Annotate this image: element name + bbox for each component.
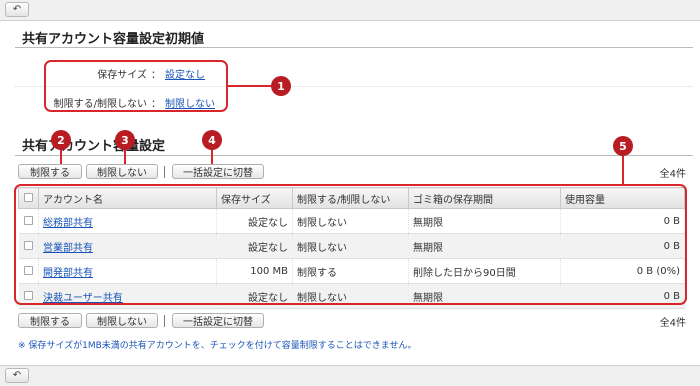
no-limit-button-bottom[interactable]: 制限しない (86, 313, 158, 328)
callout-badge-5: 5 (613, 136, 633, 156)
button-separator-top (164, 166, 165, 178)
callout-box-1 (44, 60, 228, 112)
capacity-note: ※ 保存サイズが1MB未満の共有アカウントを、チェックを付けて容量制限することは… (18, 341, 417, 351)
limit-button-top[interactable]: 制限する (18, 164, 82, 179)
settings-section-title: 共有アカウント容量設定 (22, 139, 166, 154)
limit-button-bottom[interactable]: 制限する (18, 313, 82, 328)
defaults-section-rule (15, 47, 693, 48)
callout-line-5 (622, 155, 624, 184)
total-count-top: 全4件 (659, 169, 686, 180)
back-button-bottom[interactable]: ↶ (5, 368, 29, 383)
back-arrow-icon: ↶ (12, 370, 22, 381)
callout-badge-2: 2 (51, 130, 71, 150)
callout-line-4 (211, 148, 213, 164)
callout-line-2 (60, 148, 62, 164)
bulk-setting-button-bottom[interactable]: 一括設定に切替 (172, 313, 264, 328)
defaults-section-title: 共有アカウント容量設定初期値 (22, 32, 205, 47)
callout-badge-1: 1 (271, 76, 291, 96)
back-arrow-icon: ↶ (12, 4, 22, 15)
button-separator-bottom (164, 315, 165, 327)
top-toolbar: ↶ (0, 0, 700, 21)
settings-section-rule (15, 155, 693, 156)
bulk-setting-button-top[interactable]: 一括設定に切替 (172, 164, 264, 179)
back-button[interactable]: ↶ (5, 2, 29, 17)
callout-badge-4: 4 (202, 130, 222, 150)
callout-box-5 (14, 184, 687, 305)
callout-line-3 (124, 148, 126, 164)
callout-line-1 (228, 85, 272, 87)
total-count-bottom: 全4件 (659, 318, 686, 329)
bottom-toolbar: ↶ (0, 365, 700, 386)
callout-badge-3: 3 (115, 130, 135, 150)
no-limit-button-top[interactable]: 制限しない (86, 164, 158, 179)
